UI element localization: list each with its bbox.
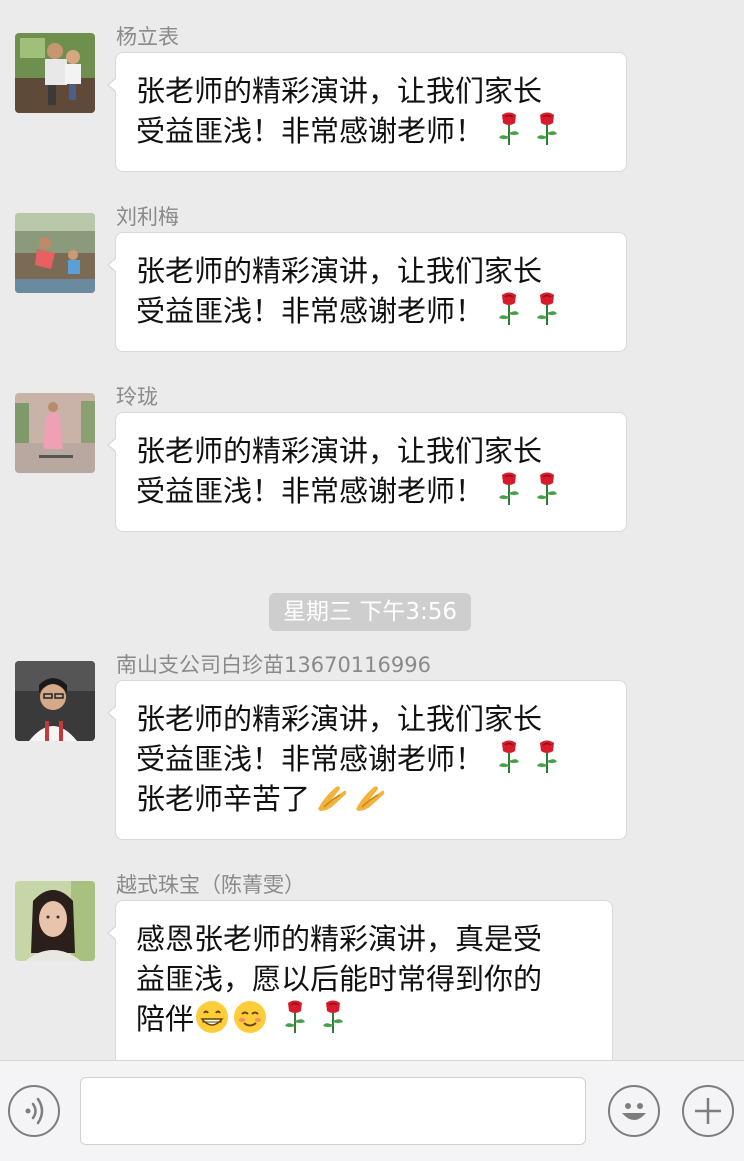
rose-emoji: [496, 291, 522, 327]
message-bubble[interactable]: 感恩张老师的精彩演讲，真是受 益匪浅，愿以后能时常得到你的 陪伴: [107, 900, 613, 1070]
avatar[interactable]: [15, 661, 95, 741]
avatar[interactable]: [15, 881, 95, 961]
clapping-hands-emoji: [314, 779, 350, 815]
avatar[interactable]: [15, 213, 95, 293]
timestamp-badge: 星期三 下午3:56: [269, 593, 471, 631]
message-text-line: 感恩张老师的精彩演讲，真是受: [136, 922, 543, 956]
message-text-line: 张老师的精彩演讲，让我们家长: [136, 74, 543, 108]
message-text-line: 张老师的精彩演讲，让我们家长: [136, 434, 543, 468]
voice-button[interactable]: [8, 1085, 60, 1137]
message-text-line: 受益匪浅！非常感谢老师！: [136, 471, 606, 511]
message-bubble[interactable]: 张老师的精彩演讲，让我们家长 受益匪浅！非常感谢老师！: [107, 232, 627, 352]
voice-icon: [10, 1087, 58, 1135]
message-text-line: 益匪浅，愿以后能时常得到你的: [136, 962, 543, 996]
plus-icon: [684, 1087, 732, 1135]
avatar[interactable]: [15, 393, 95, 473]
sender-name: 越式珠宝（陈菁雯）: [116, 873, 305, 897]
smiling-face-emoji: [232, 999, 268, 1035]
message-text-line: 张老师辛苦了: [136, 779, 606, 819]
rose-emoji: [496, 471, 522, 507]
message-text-line: 受益匪浅！非常感谢老师！: [136, 739, 606, 779]
sender-name: 杨立表: [116, 25, 179, 49]
sender-name: 玲珑: [116, 385, 158, 409]
rose-emoji: [534, 291, 560, 327]
emoji-icon: [610, 1087, 658, 1135]
chat-input-bar: [0, 1060, 744, 1161]
rose-emoji: [534, 471, 560, 507]
message-text-line: 张老师的精彩演讲，让我们家长: [136, 254, 543, 288]
message-bubble[interactable]: 张老师的精彩演讲，让我们家长 受益匪浅！非常感谢老师！ 张老师辛苦了: [107, 680, 627, 840]
rose-emoji: [282, 999, 308, 1035]
emoji-button[interactable]: [608, 1085, 660, 1137]
message-text-line: 受益匪浅！非常感谢老师！: [136, 111, 606, 151]
message-text-line: 陪伴: [136, 999, 592, 1039]
rose-emoji: [496, 111, 522, 147]
message-input[interactable]: [80, 1077, 586, 1145]
avatar[interactable]: [15, 33, 95, 113]
rose-emoji: [534, 111, 560, 147]
message-text-line: 张老师的精彩演讲，让我们家长: [136, 702, 543, 736]
message-bubble[interactable]: 张老师的精彩演讲，让我们家长 受益匪浅！非常感谢老师！: [107, 412, 627, 532]
plus-button[interactable]: [682, 1085, 734, 1137]
rose-emoji: [320, 999, 346, 1035]
rose-emoji: [496, 739, 522, 775]
grinning-face-emoji: [194, 999, 230, 1035]
rose-emoji: [534, 739, 560, 775]
sender-name: 刘利梅: [116, 205, 179, 229]
sender-name: 南山支公司白珍苗13670116996: [116, 653, 431, 677]
message-text-line: 受益匪浅！非常感谢老师！: [136, 291, 606, 331]
clapping-hands-emoji: [352, 779, 388, 815]
message-bubble[interactable]: 张老师的精彩演讲，让我们家长 受益匪浅！非常感谢老师！: [107, 52, 627, 172]
